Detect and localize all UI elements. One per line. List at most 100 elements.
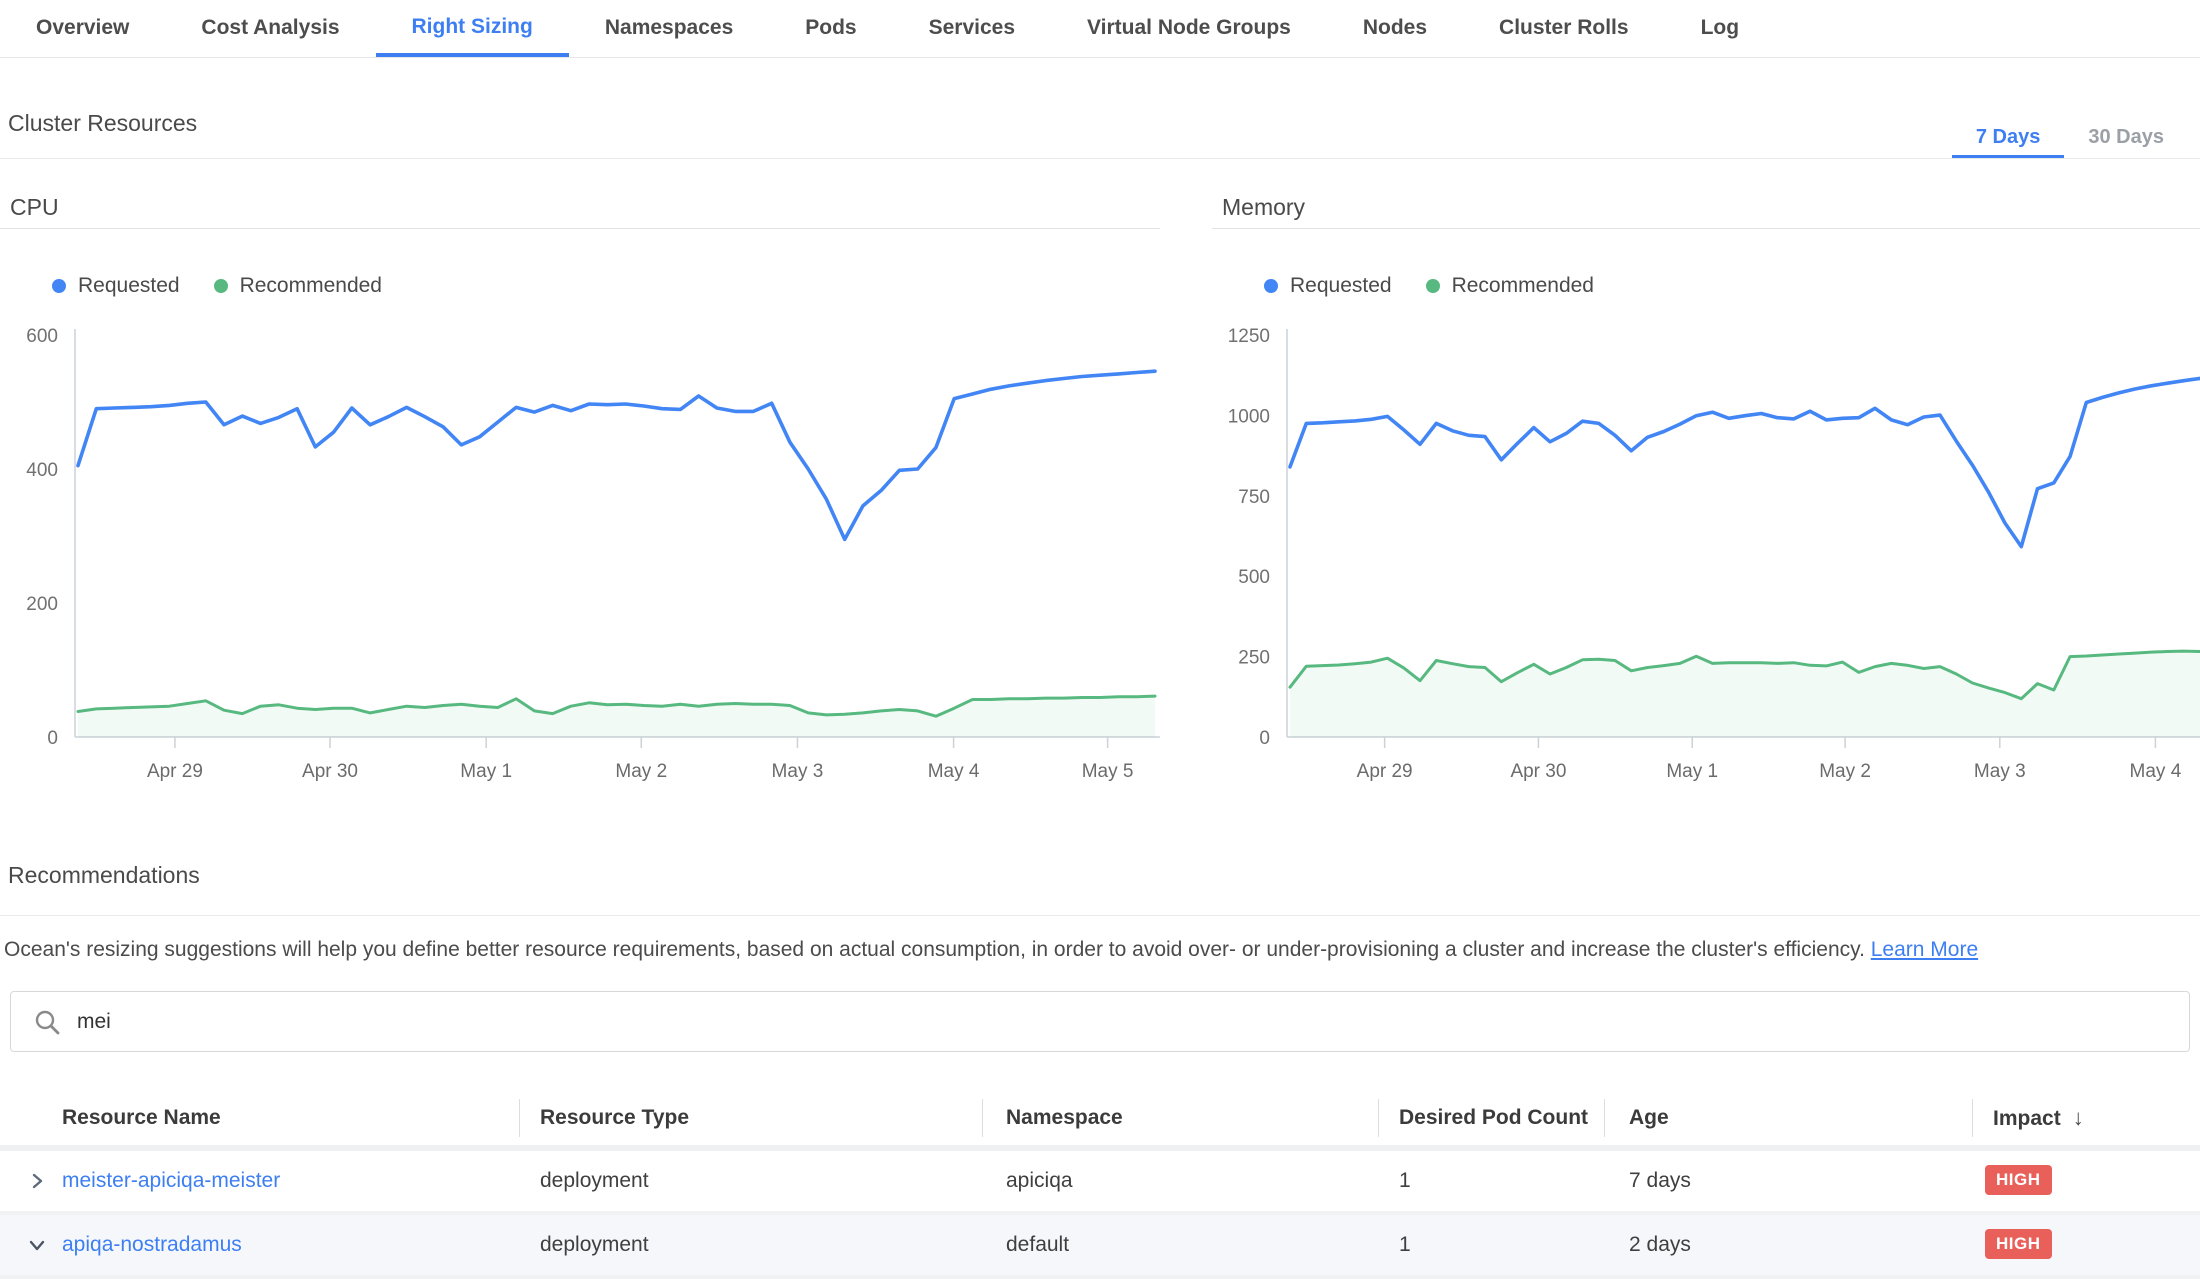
- tab-nodes[interactable]: Nodes: [1327, 0, 1463, 57]
- page-title: Cluster Resources: [8, 110, 197, 137]
- table-row[interactable]: meister-apiciqa-meister deployment apici…: [0, 1151, 2200, 1215]
- memory-line-chart[interactable]: 0 250 500 750 1000 1250 Apr 29 Apr 30 May 1 May 2…: [1212, 320, 2200, 792]
- svg-text:200: 200: [26, 594, 58, 615]
- svg-text:May 2: May 2: [615, 761, 667, 782]
- svg-text:May 4: May 4: [2130, 761, 2182, 782]
- svg-text:1000: 1000: [1228, 406, 1270, 427]
- svg-text:Apr 30: Apr 30: [302, 761, 358, 782]
- cpu-line-chart[interactable]: 0 200 400 600 Apr 29 Apr 30 May 1 May 2 May 3 May…: [0, 320, 1160, 792]
- range-tab-7-days[interactable]: 7 Days: [1952, 118, 2065, 158]
- pod-count-cell: 1: [1399, 1151, 1411, 1211]
- recommended-dot-icon: [1426, 279, 1440, 293]
- row-expander[interactable]: [24, 1232, 50, 1258]
- col-header-resource-type[interactable]: Resource Type: [540, 1090, 689, 1145]
- resource-type-cell: deployment: [540, 1151, 649, 1211]
- memory-legend-recommended[interactable]: Recommended: [1426, 274, 1594, 298]
- time-range-toggle: 7 Days 30 Days: [1952, 118, 2188, 158]
- svg-text:May 4: May 4: [928, 761, 980, 782]
- col-header-resource-name[interactable]: Resource Name: [62, 1090, 221, 1145]
- table-row[interactable]: apiqa-nostradamus deployment default 1 2…: [0, 1215, 2200, 1279]
- col-header-age[interactable]: Age: [1629, 1090, 1669, 1145]
- search-input[interactable]: [75, 1009, 2189, 1035]
- resource-name-link[interactable]: meister-apiciqa-meister: [62, 1151, 280, 1211]
- svg-text:May 1: May 1: [460, 761, 512, 782]
- namespace-cell: apiciqa: [1006, 1151, 1073, 1211]
- memory-chart-panel: Memory Requested Recommended 0 250 500 750 1…: [1212, 158, 2200, 792]
- memory-legend-requested-label: Requested: [1290, 274, 1392, 298]
- range-tab-30-days[interactable]: 30 Days: [2064, 118, 2188, 158]
- svg-text:Apr 29: Apr 29: [1357, 761, 1413, 782]
- svg-text:750: 750: [1238, 487, 1270, 508]
- learn-more-link[interactable]: Learn More: [1871, 938, 1978, 961]
- tab-pods[interactable]: Pods: [769, 0, 892, 57]
- age-cell: 7 days: [1629, 1151, 1691, 1211]
- svg-text:May 3: May 3: [1974, 761, 2026, 782]
- cpu-legend: Requested Recommended: [52, 274, 382, 298]
- svg-text:May 1: May 1: [1666, 761, 1718, 782]
- cpu-legend-requested-label: Requested: [78, 274, 180, 298]
- col-header-impact-label: Impact: [1993, 1107, 2061, 1130]
- svg-text:250: 250: [1238, 648, 1270, 669]
- cpu-legend-requested[interactable]: Requested: [52, 274, 180, 298]
- search-box[interactable]: [10, 991, 2190, 1052]
- chevron-down-icon: [27, 1235, 47, 1255]
- col-header-namespace[interactable]: Namespace: [1006, 1090, 1123, 1145]
- memory-legend: Requested Recommended: [1264, 274, 1594, 298]
- table-header-row: Resource Name Resource Type Namespace De…: [0, 1090, 2200, 1151]
- svg-text:May 3: May 3: [772, 761, 824, 782]
- col-header-impact[interactable]: Impact ↓: [1993, 1090, 2084, 1146]
- sort-desc-icon[interactable]: ↓: [2073, 1105, 2084, 1130]
- search-icon: [33, 1008, 61, 1036]
- resource-name-link[interactable]: apiqa-nostradamus: [62, 1215, 242, 1275]
- tab-services[interactable]: Services: [893, 0, 1051, 57]
- impact-badge-high: HIGH: [1985, 1229, 2052, 1259]
- tab-cluster-rolls[interactable]: Cluster Rolls: [1463, 0, 1665, 57]
- tab-cost-analysis[interactable]: Cost Analysis: [165, 0, 375, 57]
- svg-text:0: 0: [1259, 728, 1270, 749]
- svg-text:400: 400: [26, 460, 58, 481]
- recommendations-table: Resource Name Resource Type Namespace De…: [0, 1090, 2200, 1264]
- row-expander[interactable]: [24, 1168, 50, 1194]
- recommendations-title: Recommendations: [8, 862, 200, 889]
- namespace-cell: default: [1006, 1215, 1069, 1275]
- svg-text:1250: 1250: [1228, 326, 1270, 347]
- chevron-right-icon: [27, 1171, 47, 1191]
- memory-title-rule: [1212, 228, 2200, 229]
- cpu-chart-title: CPU: [10, 194, 59, 221]
- tab-right-sizing[interactable]: Right Sizing: [376, 0, 569, 57]
- col-header-desired-pod-count[interactable]: Desired Pod Count: [1399, 1090, 1588, 1145]
- top-nav-tabs: Overview Cost Analysis Right Sizing Name…: [0, 0, 2200, 58]
- cpu-title-rule: [0, 228, 1160, 229]
- cpu-legend-recommended[interactable]: Recommended: [214, 274, 382, 298]
- svg-text:May 2: May 2: [1819, 761, 1871, 782]
- svg-text:500: 500: [1238, 567, 1270, 588]
- column-separator: [1604, 1099, 1605, 1137]
- svg-text:Apr 30: Apr 30: [1510, 761, 1566, 782]
- memory-legend-recommended-label: Recommended: [1452, 274, 1594, 298]
- cpu-chart-panel: CPU Requested Recommended 0 200 400 600 Apr …: [0, 158, 1160, 792]
- tab-namespaces[interactable]: Namespaces: [569, 0, 769, 57]
- svg-text:Apr 29: Apr 29: [147, 761, 203, 782]
- svg-text:May 5: May 5: [1082, 761, 1134, 782]
- column-separator: [1378, 1099, 1379, 1137]
- tab-log[interactable]: Log: [1665, 0, 1775, 57]
- recommendations-divider: [0, 915, 2200, 916]
- impact-badge-high: HIGH: [1985, 1165, 2052, 1195]
- svg-text:600: 600: [26, 326, 58, 347]
- memory-legend-requested[interactable]: Requested: [1264, 274, 1392, 298]
- tab-virtual-node-groups[interactable]: Virtual Node Groups: [1051, 0, 1327, 57]
- column-separator: [1972, 1099, 1973, 1137]
- cpu-legend-recommended-label: Recommended: [240, 274, 382, 298]
- recommendations-description-text: Ocean's resizing suggestions will help y…: [4, 938, 1865, 961]
- tab-overview[interactable]: Overview: [0, 0, 165, 57]
- column-separator: [519, 1099, 520, 1137]
- charts-row: CPU Requested Recommended 0 200 400 600 Apr …: [0, 158, 2200, 792]
- requested-dot-icon: [52, 279, 66, 293]
- svg-text:0: 0: [47, 728, 58, 749]
- column-separator: [982, 1099, 983, 1137]
- memory-chart-title: Memory: [1222, 194, 1305, 221]
- resource-type-cell: deployment: [540, 1215, 649, 1275]
- recommended-dot-icon: [214, 279, 228, 293]
- recommendations-description: Ocean's resizing suggestions will help y…: [4, 938, 2200, 962]
- age-cell: 2 days: [1629, 1215, 1691, 1275]
